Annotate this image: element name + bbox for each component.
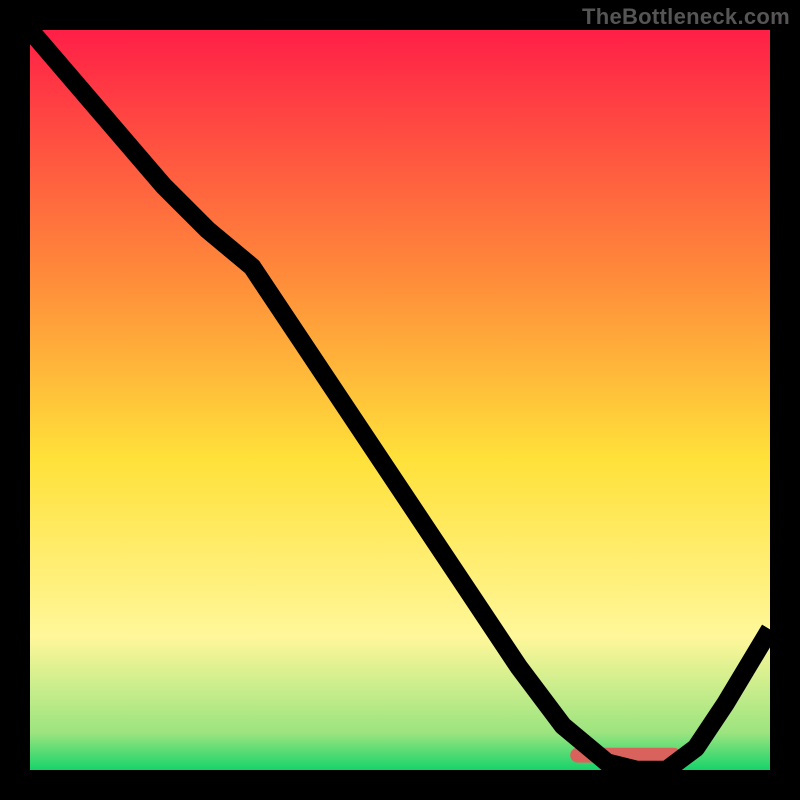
plot-background — [30, 30, 770, 770]
chart-canvas — [30, 30, 770, 770]
figure-root: TheBottleneck.com — [0, 0, 800, 800]
watermark-text: TheBottleneck.com — [582, 4, 790, 30]
